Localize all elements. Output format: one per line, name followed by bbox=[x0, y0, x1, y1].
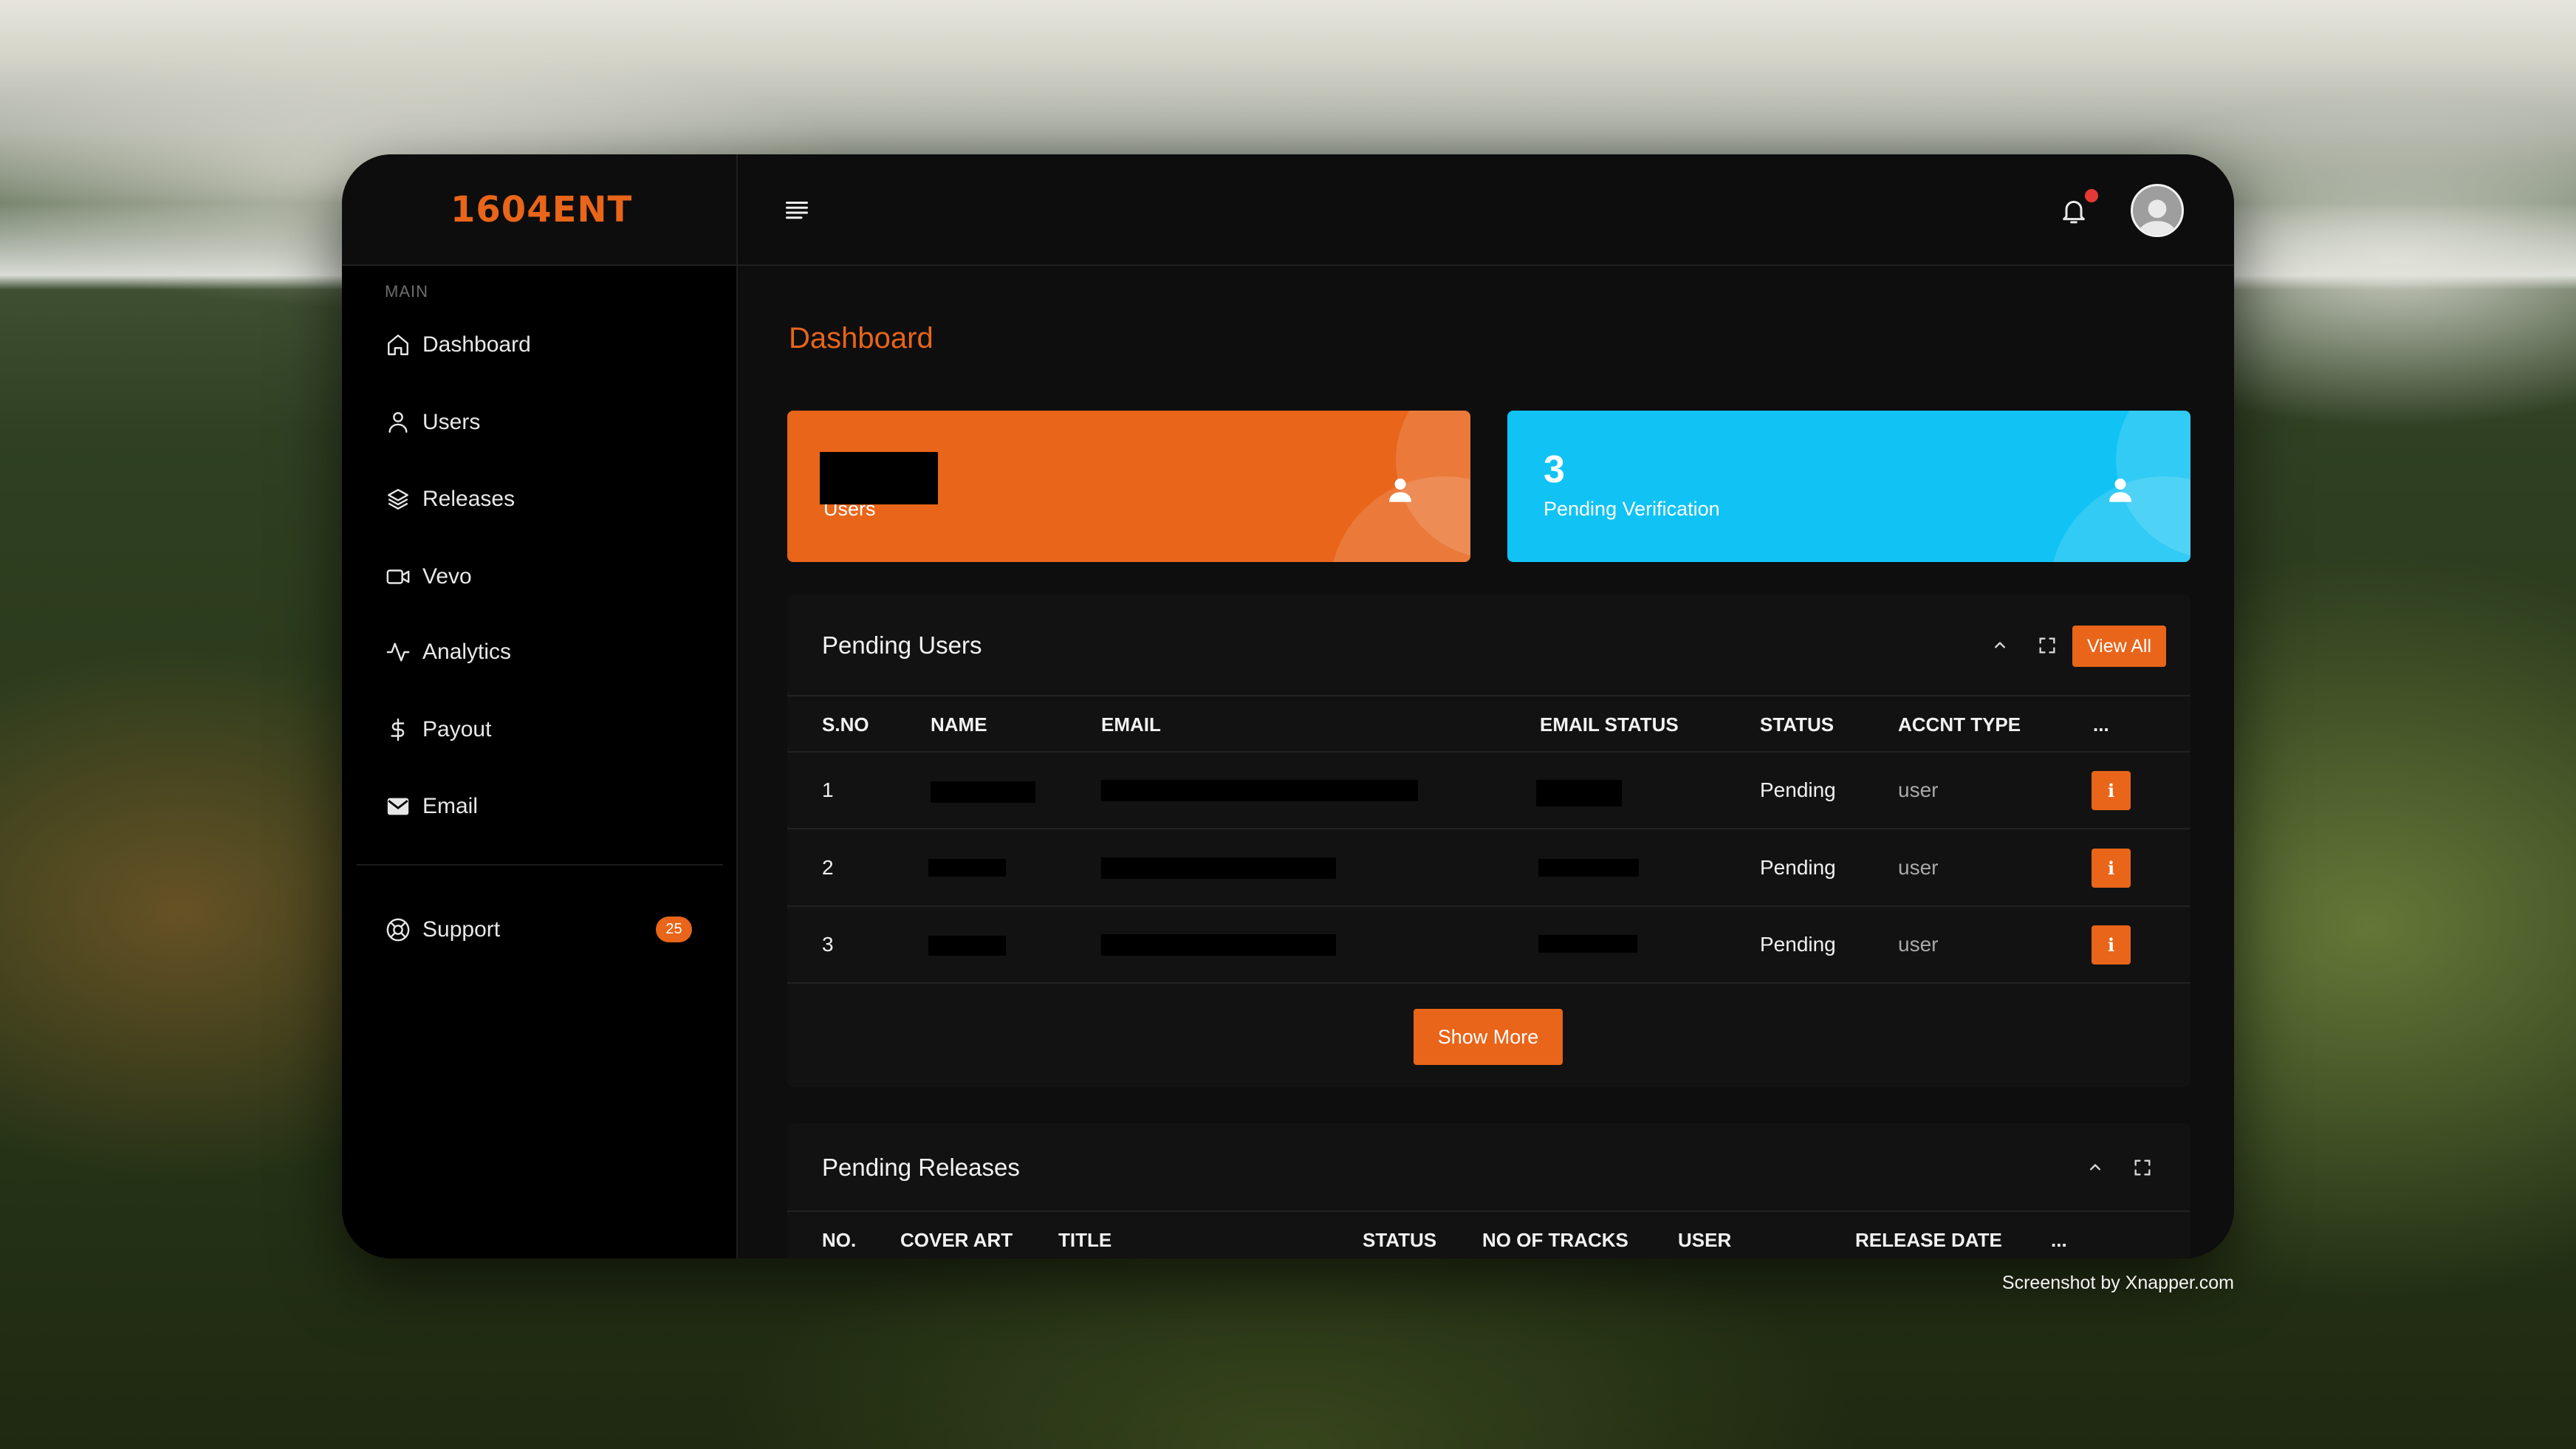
sidebar-item-analytics[interactable]: Analytics bbox=[342, 623, 735, 682]
sidebar-item-label: Dashboard bbox=[422, 332, 531, 357]
sidebar-item-releases[interactable]: Releases bbox=[342, 470, 735, 529]
redacted-name bbox=[928, 936, 1006, 956]
sidebar-item-vevo[interactable]: Vevo bbox=[342, 547, 735, 606]
row-sno: 2 bbox=[822, 855, 834, 879]
redacted-email-status bbox=[1538, 935, 1637, 953]
column-header[interactable]: STATUS bbox=[1363, 1227, 1436, 1253]
column-header[interactable]: EMAIL bbox=[1101, 712, 1161, 737]
chevron-up-icon[interactable] bbox=[2085, 1157, 2106, 1178]
video-icon bbox=[386, 564, 411, 589]
column-header[interactable]: TITLE bbox=[1058, 1227, 1111, 1253]
column-header[interactable]: S.NO bbox=[822, 712, 869, 737]
bell-icon[interactable] bbox=[2059, 196, 2089, 225]
expand-icon[interactable] bbox=[2037, 635, 2058, 656]
sidebar-item-label: Payout bbox=[422, 717, 492, 741]
column-header[interactable]: NO. bbox=[822, 1227, 856, 1253]
app-window: 1604ENT MAIN Dashboard Users Releases Ve bbox=[342, 154, 2234, 1258]
row-account-type: user bbox=[1898, 933, 1939, 956]
panel-title: Pending Releases bbox=[822, 1154, 1020, 1181]
hamburger-icon[interactable] bbox=[784, 197, 810, 224]
watermark: Screenshot by Xnapper.com bbox=[2001, 1272, 2234, 1293]
redacted-email-status bbox=[1536, 780, 1622, 806]
sidebar-item-support[interactable]: Support 25 bbox=[342, 900, 735, 959]
redacted-email bbox=[1101, 934, 1336, 956]
column-header: ... bbox=[2051, 1229, 2067, 1251]
sidebar-item-payout[interactable]: Payout bbox=[342, 700, 735, 759]
redacted-name bbox=[931, 781, 1035, 803]
table-row: 2 Pending user i bbox=[787, 829, 2190, 907]
sidebar-item-dashboard[interactable]: Dashboard bbox=[342, 315, 735, 374]
pending-verification-stat-card[interactable]: 3 Pending Verification bbox=[1507, 411, 2190, 562]
row-account-type: user bbox=[1898, 855, 1939, 879]
row-sno: 3 bbox=[822, 933, 834, 956]
main-content: Dashboard Users 3 Pending Verification P… bbox=[738, 266, 2234, 1258]
sidebar-item-label: Support bbox=[422, 917, 501, 942]
home-icon bbox=[386, 332, 411, 357]
table-divider bbox=[787, 1210, 2190, 1212]
redacted-email-status bbox=[1538, 859, 1639, 877]
stat-label: Pending Verification bbox=[1544, 498, 1720, 520]
column-header[interactable]: EMAIL STATUS bbox=[1540, 712, 1679, 737]
lifebuoy-icon bbox=[386, 917, 411, 942]
redacted-name bbox=[928, 859, 1006, 877]
envelope-icon bbox=[386, 794, 411, 819]
activity-icon bbox=[386, 640, 411, 665]
sidebar: MAIN Dashboard Users Releases Vevo Analy… bbox=[342, 266, 738, 1258]
sidebar-section-label: MAIN bbox=[385, 282, 428, 301]
page-title: Dashboard bbox=[789, 322, 934, 354]
sidebar-item-users[interactable]: Users bbox=[342, 393, 735, 452]
panel-title: Pending Users bbox=[822, 631, 982, 659]
logo-area: 1604ENT bbox=[342, 154, 738, 266]
users-stat-card[interactable]: Users bbox=[787, 411, 1470, 562]
support-count-badge: 25 bbox=[656, 917, 692, 942]
pending-releases-panel: Pending Releases NO. COVER ART TITLE STA… bbox=[787, 1123, 2190, 1258]
user-icon bbox=[2106, 475, 2135, 504]
row-status: Pending bbox=[1760, 778, 1836, 801]
layers-icon bbox=[386, 487, 411, 512]
table-row: 1 Pending user i bbox=[787, 753, 2190, 829]
show-more-button[interactable]: Show More bbox=[1414, 1009, 1563, 1065]
pending-users-panel: Pending Users View All S.NO NAME EMAIL E… bbox=[787, 595, 2190, 1087]
column-header[interactable]: NO OF TRACKS bbox=[1482, 1227, 1628, 1253]
stat-value: 3 bbox=[1544, 448, 1565, 491]
column-header[interactable]: ACCNT TYPE bbox=[1898, 712, 2021, 737]
sidebar-item-label: Analytics bbox=[422, 640, 512, 664]
sidebar-item-email[interactable]: Email bbox=[342, 777, 735, 836]
avatar-icon[interactable] bbox=[2131, 184, 2184, 237]
user-icon bbox=[386, 410, 411, 435]
chevron-up-icon[interactable] bbox=[1990, 635, 2010, 656]
view-all-button[interactable]: View All bbox=[2072, 626, 2166, 667]
redacted-email bbox=[1101, 780, 1418, 801]
row-status: Pending bbox=[1760, 933, 1836, 956]
sidebar-divider bbox=[357, 864, 723, 866]
redacted-email bbox=[1101, 857, 1336, 879]
notification-dot bbox=[2085, 189, 2098, 202]
sidebar-item-label: Users bbox=[422, 410, 481, 434]
table-divider bbox=[787, 695, 2190, 696]
table-row: 3 Pending user i bbox=[787, 907, 2190, 984]
column-header[interactable]: NAME bbox=[931, 712, 987, 737]
redacted-stat-value bbox=[820, 452, 938, 504]
brand-logo[interactable]: 1604ENT bbox=[451, 188, 632, 231]
row-info-button[interactable]: i bbox=[2092, 848, 2131, 888]
row-account-type: user bbox=[1898, 778, 1939, 801]
column-header[interactable]: USER bbox=[1678, 1227, 1731, 1253]
column-header[interactable]: COVER ART bbox=[900, 1227, 1013, 1253]
row-info-button[interactable]: i bbox=[2092, 925, 2131, 965]
dollar-icon bbox=[386, 717, 411, 742]
top-bar: 1604ENT bbox=[342, 154, 2234, 266]
column-header[interactable]: STATUS bbox=[1760, 712, 1834, 737]
column-header: ... bbox=[2093, 713, 2109, 736]
user-icon bbox=[1385, 475, 1415, 504]
column-header[interactable]: RELEASE DATE bbox=[1855, 1227, 2002, 1253]
sidebar-item-label: Email bbox=[422, 794, 479, 818]
sidebar-item-label: Vevo bbox=[422, 564, 472, 589]
expand-icon[interactable] bbox=[2132, 1157, 2153, 1178]
row-status: Pending bbox=[1760, 855, 1836, 879]
sidebar-item-label: Releases bbox=[422, 487, 515, 511]
row-info-button[interactable]: i bbox=[2092, 771, 2131, 810]
row-sno: 1 bbox=[822, 778, 834, 801]
